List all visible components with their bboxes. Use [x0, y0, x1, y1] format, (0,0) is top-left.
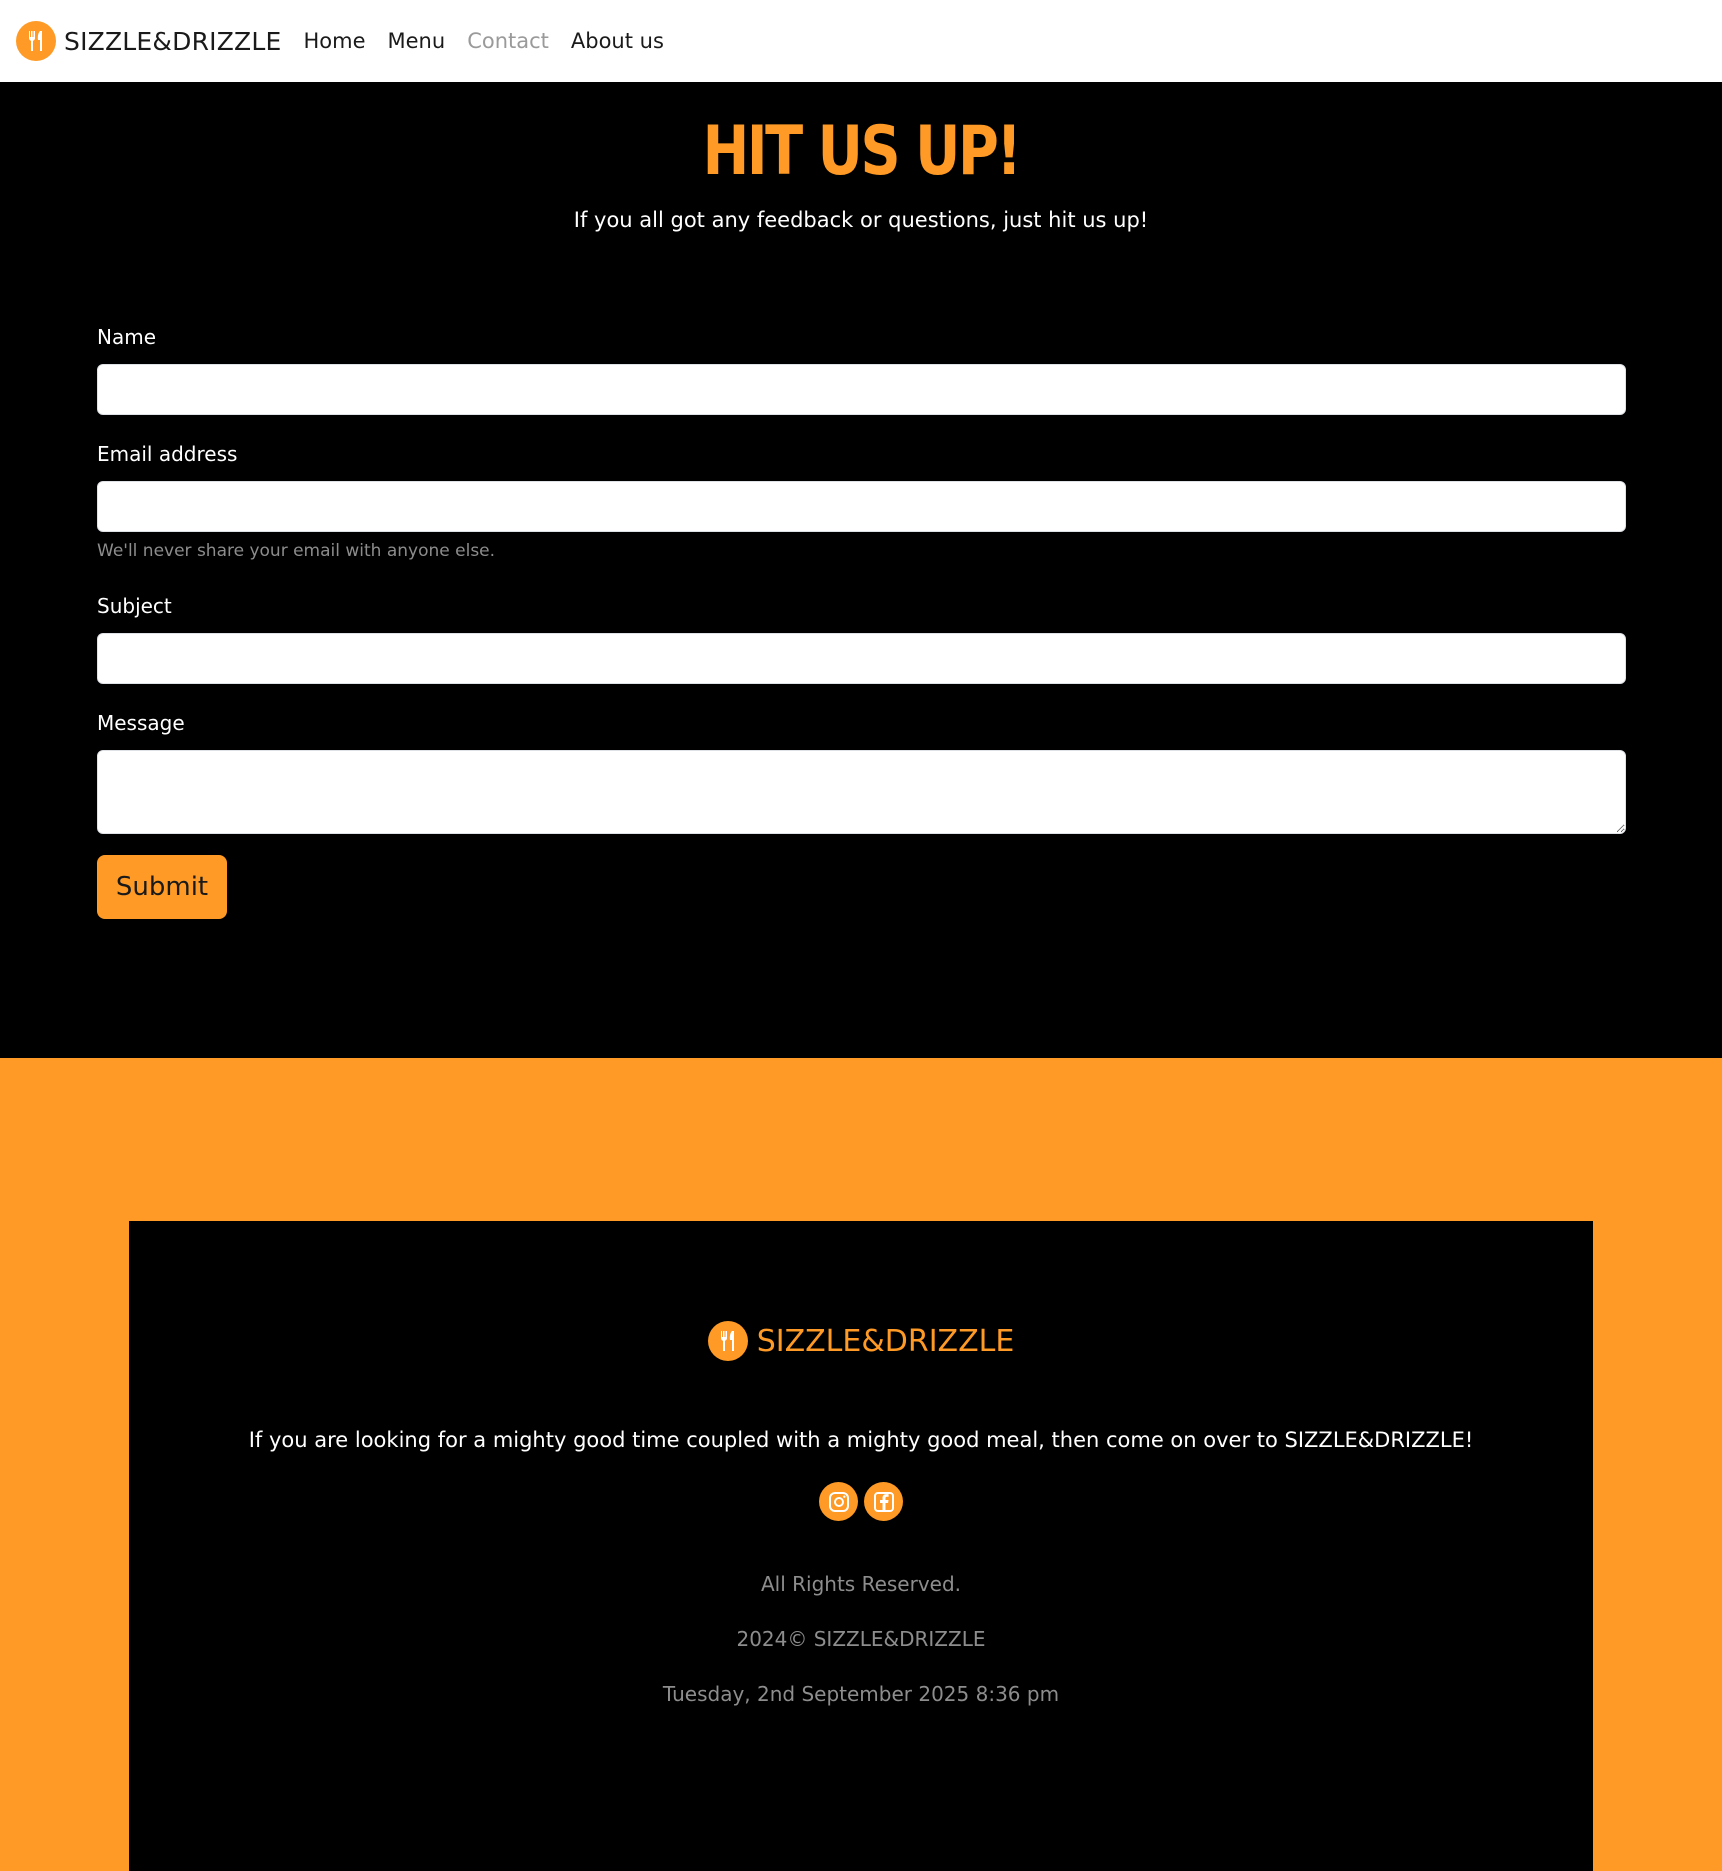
- nav-about[interactable]: About us: [571, 29, 664, 53]
- nav-contact[interactable]: Contact: [467, 29, 549, 53]
- email-label: Email address: [97, 442, 238, 466]
- brand-name: SIZZLE&DRIZZLE: [64, 26, 282, 56]
- facebook-icon[interactable]: [864, 1482, 903, 1521]
- subject-label: Subject: [97, 594, 172, 618]
- footer: SIZZLE&DRIZZLE If you are looking for a …: [0, 1058, 1722, 1871]
- page-subtitle: If you all got any feedback or questions…: [573, 208, 1149, 232]
- name-input[interactable]: [97, 364, 1626, 415]
- contact-section: HIT US UP! If you all got any feedback o…: [0, 82, 1722, 1058]
- email-input[interactable]: [97, 481, 1626, 532]
- footer-brand-name: SIZZLE&DRIZZLE: [756, 1323, 1015, 1359]
- rights-text: All Rights Reserved.: [760, 1572, 962, 1596]
- page-title: HIT US UP!: [702, 112, 1022, 191]
- footer-card: SIZZLE&DRIZZLE If you are looking for a …: [129, 1221, 1593, 1871]
- social-links: [129, 1482, 1593, 1521]
- brand-link[interactable]: SIZZLE&DRIZZLE: [16, 21, 282, 61]
- instagram-icon[interactable]: [819, 1482, 858, 1521]
- footer-description: If you are looking for a mighty good tim…: [248, 1428, 1474, 1452]
- copyright-text: 2024© SIZZLE&DRIZZLE: [736, 1627, 986, 1651]
- nav-menu[interactable]: Menu: [388, 29, 446, 53]
- nav-home[interactable]: Home: [304, 29, 366, 53]
- footer-brand[interactable]: SIZZLE&DRIZZLE: [129, 1321, 1593, 1361]
- navbar: SIZZLE&DRIZZLE Home Menu Contact About u…: [0, 0, 1722, 82]
- name-label: Name: [97, 325, 157, 349]
- subject-input[interactable]: [97, 633, 1626, 684]
- message-textarea[interactable]: [97, 750, 1626, 834]
- fork-knife-icon: [16, 21, 56, 61]
- email-hint: We'll never share your email with anyone…: [97, 541, 496, 561]
- datetime-text: Tuesday, 2nd September 2025 8:36 pm: [662, 1682, 1060, 1706]
- message-label: Message: [97, 711, 185, 735]
- fork-knife-icon: [707, 1321, 748, 1361]
- submit-button[interactable]: Submit: [97, 855, 227, 919]
